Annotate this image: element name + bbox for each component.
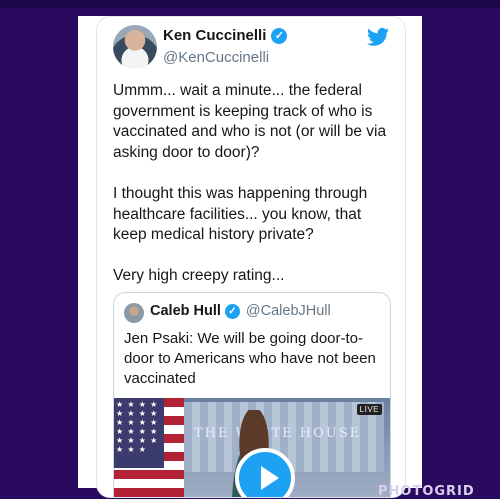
tweet-paragraph: I thought this was happening through hea…: [113, 184, 368, 244]
quoted-avatar[interactable]: [124, 303, 144, 323]
video-thumbnail[interactable]: ★ ★ ★ ★ ★ ★ ★ ★ ★ ★ ★ ★ ★ ★ ★ ★ ★ ★ ★ ★ …: [114, 398, 390, 497]
twitter-bird-icon[interactable]: [367, 27, 389, 47]
watermark: PHOTOGRID: [378, 484, 475, 499]
quoted-author-name[interactable]: Caleb Hull: [150, 303, 221, 319]
author-name[interactable]: Ken Cuccinelli: [163, 27, 266, 44]
author-handle[interactable]: @KenCuccinelli: [163, 49, 269, 66]
quoted-tweet[interactable]: Caleb Hull ✓ @CalebJHull Jen Psaki: We w…: [113, 292, 391, 497]
tweet-card[interactable]: Ken Cuccinelli ✓ @KenCuccinelli Ummm... …: [96, 16, 406, 498]
verified-badge-icon: ✓: [271, 27, 288, 44]
tweet-paragraph: Ummm... wait a minute... the federal gov…: [113, 82, 387, 161]
quoted-author-handle[interactable]: @CalebJHull: [246, 303, 331, 319]
quoted-tweet-text: Jen Psaki: We will be going door-to-door…: [124, 330, 376, 387]
quoted-author-row: Caleb Hull ✓ @CalebJHull: [150, 303, 331, 319]
tweet-body: Ummm... wait a minute... the federal gov…: [113, 81, 395, 308]
live-badge: LIVE: [356, 404, 382, 415]
author-name-row: Ken Cuccinelli ✓: [163, 27, 288, 44]
verified-badge-icon: ✓: [224, 303, 240, 319]
flag-image: ★ ★ ★ ★ ★ ★ ★ ★ ★ ★ ★ ★ ★ ★ ★ ★ ★ ★ ★ ★ …: [114, 398, 184, 497]
avatar[interactable]: [113, 25, 157, 69]
tweet-paragraph: Very high creepy rating...: [113, 267, 285, 285]
top-bar: [0, 0, 500, 8]
